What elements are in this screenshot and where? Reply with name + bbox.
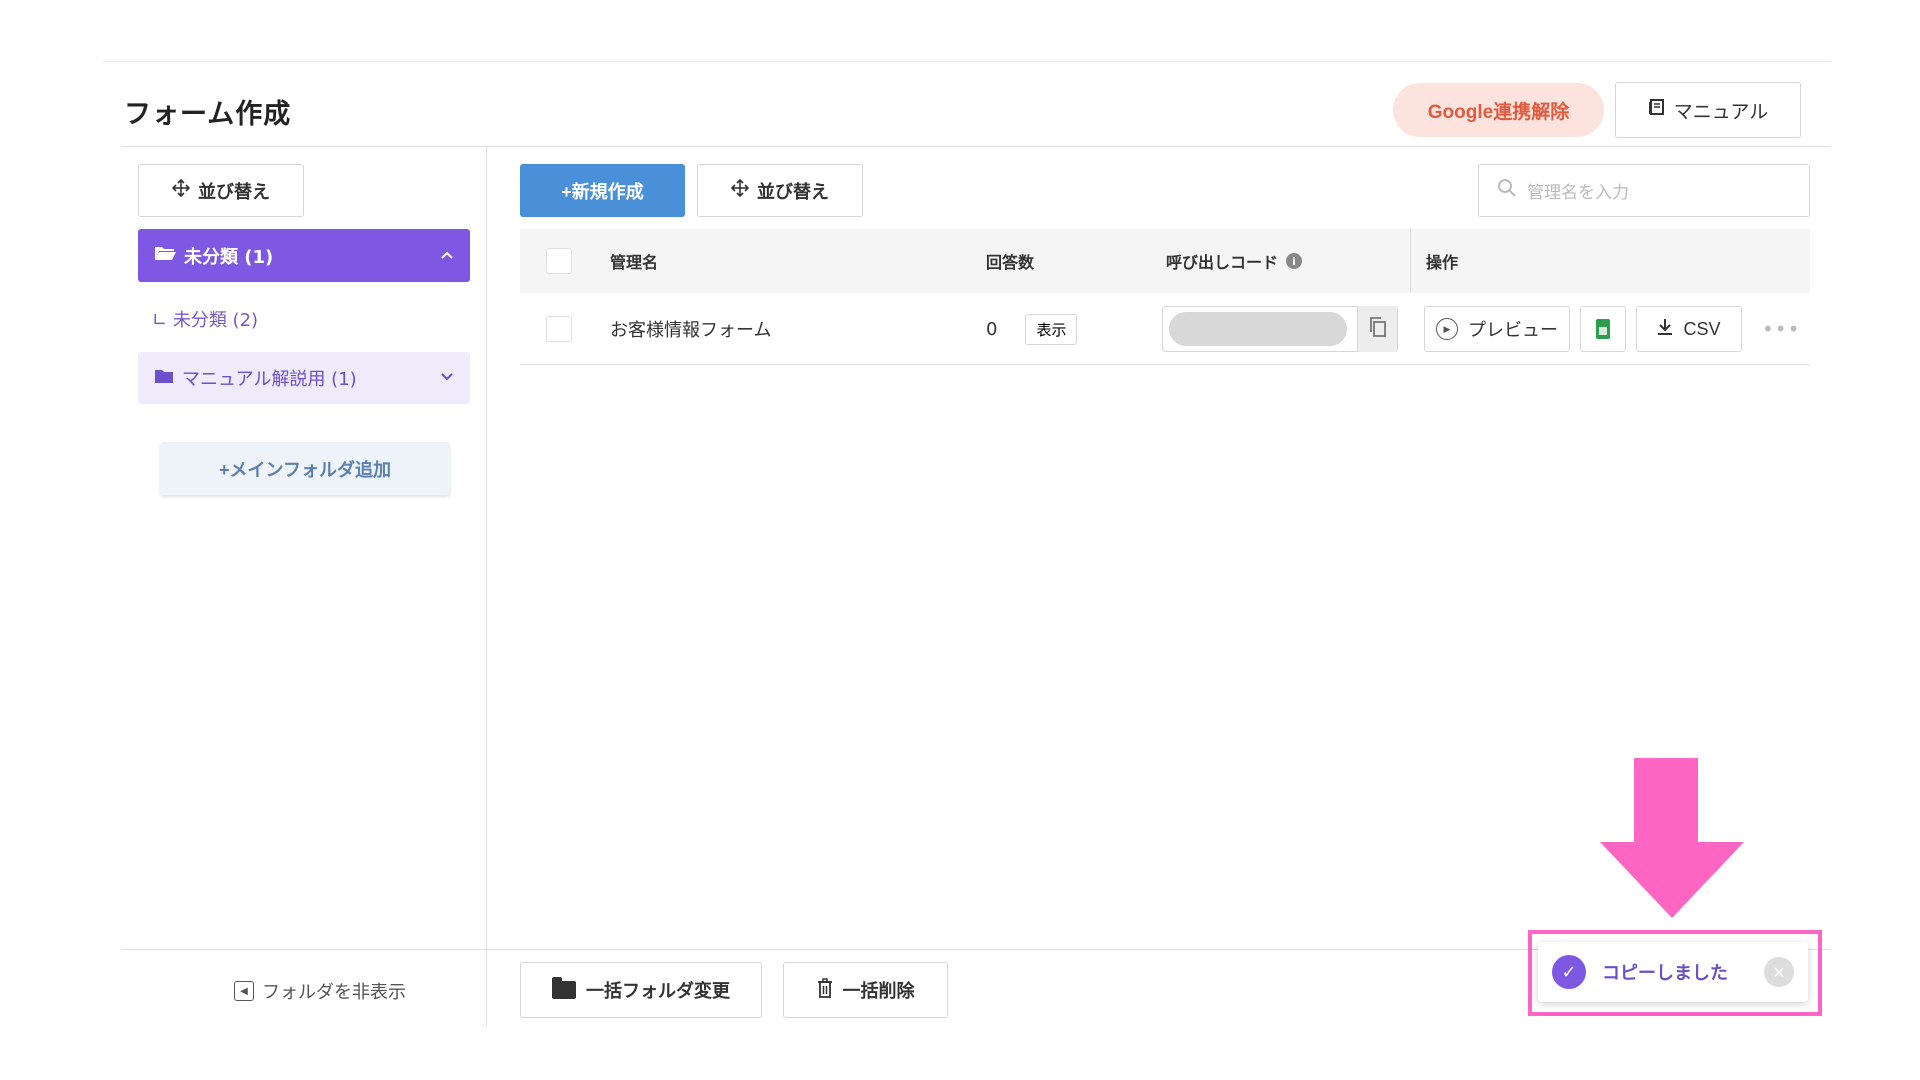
call-code-value xyxy=(1169,312,1347,346)
call-code-field xyxy=(1162,306,1398,352)
bulk-delete-label: 一括削除 xyxy=(842,981,915,1001)
select-all-checkbox[interactable] xyxy=(546,248,572,274)
sidebar-subfolder-unclassified[interactable]: ∟ 未分類 (2) xyxy=(152,306,258,332)
add-main-folder-button[interactable]: +メインフォルダ追加 xyxy=(160,442,450,495)
sidebar-folder-unclassified[interactable]: 未分類 (1) xyxy=(138,229,470,282)
download-icon xyxy=(1657,318,1673,341)
column-code-label: 呼び出しコード xyxy=(1166,253,1279,272)
column-name: 管理名 xyxy=(610,253,659,272)
folder-label: 未分類 (1) xyxy=(184,246,274,268)
table-header: 管理名 回答数 呼び出しコード i 操作 xyxy=(520,229,1810,365)
annotation-arrow-shaft xyxy=(1634,758,1698,846)
header-divider xyxy=(121,146,1831,147)
sidebar-folder-manual[interactable]: マニュアル解説用 (1) xyxy=(138,352,470,404)
search-placeholder: 管理名を入力 xyxy=(1527,183,1629,203)
column-responses: 回答数 xyxy=(986,253,1035,272)
book-icon xyxy=(1648,98,1666,122)
google-sheets-button[interactable] xyxy=(1580,306,1626,352)
hide-folder-button[interactable]: ◀ フォルダを非表示 xyxy=(200,976,440,1006)
column-operations: 操作 xyxy=(1426,253,1459,272)
more-options-icon[interactable]: ••• xyxy=(1762,317,1800,341)
bulk-delete-button[interactable]: 一括削除 xyxy=(783,962,948,1018)
column-code: 呼び出しコード i xyxy=(1166,229,1303,293)
info-icon[interactable]: i xyxy=(1286,253,1303,269)
sidebar-sort-button[interactable]: 並び替え xyxy=(138,164,304,217)
sidebar-divider xyxy=(486,146,487,1026)
toast-message: コピーしました xyxy=(1602,963,1728,984)
chevron-up-icon[interactable] xyxy=(440,248,454,264)
folder-open-icon xyxy=(154,245,176,266)
preview-button[interactable]: ▶ プレビュー xyxy=(1424,306,1570,352)
form-sort-label: 並び替え xyxy=(757,181,829,202)
search-field[interactable]: 管理名を入力 xyxy=(1478,164,1810,217)
sidebar-sort-label: 並び替え xyxy=(198,181,270,202)
new-form-button[interactable]: +新規作成 xyxy=(520,164,685,217)
response-count: 0 xyxy=(986,318,998,340)
show-responses-button[interactable]: 表示 xyxy=(1025,313,1078,345)
row-checkbox[interactable] xyxy=(546,316,572,342)
page-title: フォーム作成 xyxy=(124,99,292,130)
manual-button[interactable]: マニュアル xyxy=(1615,82,1801,138)
close-icon[interactable]: ✕ xyxy=(1764,957,1794,987)
trash-icon xyxy=(817,977,833,1003)
csv-download-button[interactable]: CSV xyxy=(1636,306,1742,352)
bulk-folder-label: 一括フォルダ変更 xyxy=(586,981,730,1001)
csv-label: CSV xyxy=(1683,318,1721,339)
subfolder-label: 未分類 (2) xyxy=(172,310,259,331)
folder-icon xyxy=(552,977,576,999)
play-icon: ▶ xyxy=(1436,318,1458,340)
copy-toast: ✓ コピーしました ✕ xyxy=(1538,942,1808,1002)
check-circle-icon: ✓ xyxy=(1552,955,1586,989)
preview-label: プレビュー xyxy=(1468,320,1558,340)
form-sort-button[interactable]: 並び替え xyxy=(697,164,863,217)
move-icon xyxy=(171,178,191,202)
search-icon xyxy=(1497,178,1517,203)
copy-icon xyxy=(1369,316,1387,342)
folder-label: マニュアル解説用 (1) xyxy=(182,369,357,390)
annotation-arrow-head xyxy=(1600,842,1744,918)
hide-folder-label: フォルダを非表示 xyxy=(262,982,406,1003)
google-unlink-button[interactable]: Google連携解除 xyxy=(1393,83,1604,137)
manual-button-label: マニュアル xyxy=(1673,101,1769,123)
copy-button[interactable] xyxy=(1357,306,1397,352)
form-name: お客様情報フォーム xyxy=(610,320,772,341)
folder-icon xyxy=(154,368,174,389)
move-icon xyxy=(730,178,750,202)
subfolder-prefix: ∟ xyxy=(152,310,168,331)
bulk-folder-change-button[interactable]: 一括フォルダ変更 xyxy=(520,962,762,1018)
table-row: お客様情報フォーム 0 表示 ▶ プレビュー CSV ••• xyxy=(520,293,1810,365)
spreadsheet-icon xyxy=(1596,319,1610,339)
collapse-left-icon: ◀ xyxy=(234,981,254,1001)
chevron-down-icon[interactable] xyxy=(440,370,454,386)
top-divider xyxy=(103,61,1831,62)
